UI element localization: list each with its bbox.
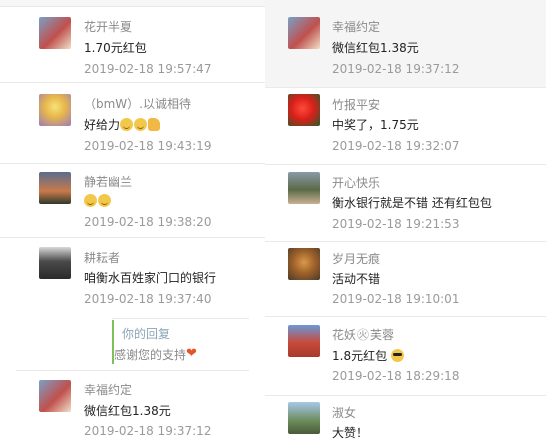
comment-text: 微信红包1.38元 (84, 404, 171, 418)
comment-text (84, 194, 112, 208)
comment-item: 幸福约定 微信红包1.38元 2019-02-18 19:37:12 (0, 371, 265, 446)
comment-item: 岁月无痕 活动不错 2019-02-18 19:10:01 (265, 242, 546, 317)
commenter-name: 耕耘者 (84, 251, 121, 265)
smile-emoji (98, 194, 111, 207)
heart-emoji (186, 346, 200, 361)
avatar[interactable] (288, 325, 320, 357)
commenter-name: 淑女 (332, 406, 357, 420)
avatar[interactable] (39, 380, 71, 412)
comment-time: 2019-02-18 19:10:01 (332, 292, 460, 306)
comment-time: 2019-02-18 19:37:12 (84, 424, 212, 438)
sunglasses-emoji (390, 349, 404, 362)
comment-item: 花妖㊋芙蓉 1.8元红包 2019-02-18 18:29:18 (265, 317, 546, 396)
comment-item: 淑女 大赞！ (265, 396, 546, 446)
avatar[interactable] (39, 94, 71, 126)
reply-divider (112, 318, 249, 319)
comment-item: 开心快乐 衡水银行就是不错 还有红包包 2019-02-18 19:21:53 (265, 165, 546, 242)
comment-time: 2019-02-18 19:37:12 (332, 62, 460, 76)
comment-time: 2019-02-18 18:29:18 (332, 369, 460, 383)
comment-time: 2019-02-18 19:38:20 (84, 215, 212, 229)
comment-text: 衡水银行就是不错 还有红包包 (332, 196, 492, 210)
commenter-name: 岁月无痕 (332, 252, 381, 266)
commenter-name: 花妖㊋芙蓉 (332, 328, 395, 342)
comment-text: 咱衡水百姓家门口的银行 (84, 271, 217, 285)
reply-text: 感谢您的支持 (114, 346, 201, 363)
comment-text: 好给力 (84, 116, 161, 133)
comment-text: 微信红包1.38元 (332, 41, 419, 55)
comment-item: 幸福约定 微信红包1.38元 2019-02-18 19:37:12 (265, 0, 546, 88)
flower-icon: ㊋ (357, 328, 370, 342)
reply-title: 你的回复 (122, 327, 171, 341)
comment-text: 中奖了，1.75元 (332, 118, 419, 132)
commenter-name: （bmW）.以诚相待 (84, 97, 191, 111)
commenter-name: 静若幽兰 (84, 175, 133, 189)
smile-emoji (120, 118, 134, 131)
smile-emoji (134, 118, 148, 131)
avatar[interactable] (39, 247, 71, 279)
commenter-name: 幸福约定 (84, 383, 133, 397)
comment-item: （bmW）.以诚相待 好给力 2019-02-18 19:43:19 (0, 83, 265, 164)
comment-time: 2019-02-18 19:43:19 (84, 139, 212, 153)
comment-time: 2019-02-18 19:32:07 (332, 139, 460, 153)
comment-text: 1.8元红包 (332, 347, 405, 364)
avatar[interactable] (288, 402, 320, 434)
avatar[interactable] (288, 17, 320, 49)
smile-emoji (84, 194, 97, 207)
comment-time: 2019-02-18 19:37:40 (84, 292, 212, 306)
thumbs-up-emoji (148, 118, 161, 131)
avatar[interactable] (39, 17, 71, 49)
comment-time: 2019-02-18 19:21:53 (332, 217, 460, 231)
avatar[interactable] (288, 248, 320, 280)
avatar[interactable] (288, 94, 320, 126)
comment-item: 竹报平安 中奖了，1.75元 2019-02-18 19:32:07 (265, 88, 546, 165)
avatar[interactable] (39, 172, 71, 204)
commenter-name: 幸福约定 (332, 20, 381, 34)
comment-text: 大赞！ (332, 426, 369, 440)
comment-item: 花开半夏 1.70元红包 2019-02-18 19:57:47 (0, 6, 265, 83)
avatar[interactable] (288, 172, 320, 204)
comment-item: 静若幽兰 2019-02-18 19:38:20 (0, 164, 265, 238)
comment-time: 2019-02-18 19:57:47 (84, 62, 212, 76)
comment-text: 1.70元红包 (84, 41, 147, 55)
commenter-name: 竹报平安 (332, 98, 381, 112)
comment-item: 耕耘者 咱衡水百姓家门口的银行 2019-02-18 19:37:40 (0, 238, 265, 318)
comment-text: 活动不错 (332, 272, 381, 286)
commenter-name: 花开半夏 (84, 20, 133, 34)
commenter-name: 开心快乐 (332, 176, 381, 190)
